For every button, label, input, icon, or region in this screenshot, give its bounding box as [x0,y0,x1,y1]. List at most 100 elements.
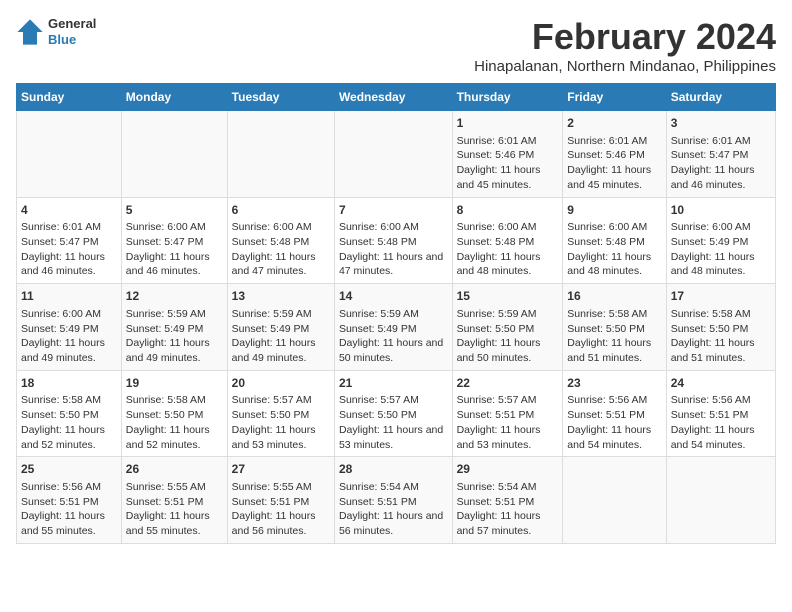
calendar-cell: 21Sunrise: 5:57 AMSunset: 5:50 PMDayligh… [334,370,452,457]
calendar-cell: 19Sunrise: 5:58 AMSunset: 5:50 PMDayligh… [121,370,227,457]
header-saturday: Saturday [666,84,775,111]
day-number: 20 [232,375,330,392]
day-info: Sunrise: 5:57 AMSunset: 5:50 PMDaylight:… [339,393,448,452]
week-row-4: 18Sunrise: 5:58 AMSunset: 5:50 PMDayligh… [17,370,776,457]
calendar-cell: 11 Sunrise: 6:00 AMSunset: 5:49 PMDayligh… [17,284,122,371]
day-number: 19 [126,375,223,392]
calendar-cell: 3Sunrise: 6:01 AMSunset: 5:47 PMDaylight… [666,111,775,198]
day-number: 9 [567,202,661,219]
calendar-cell: 6Sunrise: 6:00 AMSunset: 5:48 PMDaylight… [227,197,334,284]
calendar-cell: 27Sunrise: 5:55 AMSunset: 5:51 PMDayligh… [227,457,334,544]
calendar-cell: 18Sunrise: 5:58 AMSunset: 5:50 PMDayligh… [17,370,122,457]
header-tuesday: Tuesday [227,84,334,111]
calendar-cell: 2 Sunrise: 6:01 AMSunset: 5:46 PMDaylight… [563,111,666,198]
day-number: 11 [21,288,117,305]
day-number: 7 [339,202,448,219]
calendar-cell: 29 Sunrise: 5:54 AMSunset: 5:51 PMDayligh… [452,457,563,544]
calendar-cell: 12 Sunrise: 5:59 AMSunset: 5:49 PMDayligh… [121,284,227,371]
calendar-cell: 1 Sunrise: 6:01 AMSunset: 5:46 PMDaylight… [452,111,563,198]
day-info: Sunrise: 5:57 AMSunset: 5:51 PMDaylight:… [457,393,559,452]
day-number: 6 [232,202,330,219]
day-number: 16 [567,288,661,305]
day-number: 24 [671,375,771,392]
day-info: Sunrise: 5:59 AMSunset: 5:49 PMDaylight:… [232,307,330,366]
calendar-cell: 13 Sunrise: 5:59 AMSunset: 5:49 PMDayligh… [227,284,334,371]
day-info: Sunrise: 5:58 AMSunset: 5:50 PMDaylight:… [567,307,661,366]
subtitle: Hinapalanan, Northern Mindanao, Philippi… [474,58,776,75]
calendar-cell [17,111,122,198]
calendar-cell [121,111,227,198]
header-sunday: Sunday [17,84,122,111]
calendar-cell: 9Sunrise: 6:00 AMSunset: 5:48 PMDaylight… [563,197,666,284]
day-info: Sunrise: 6:01 AMSunset: 5:46 PMDaylight:… [457,134,559,193]
day-number: 28 [339,461,448,478]
page-header: General Blue February 2024 Hinapalanan, … [16,16,776,75]
day-info: Sunrise: 5:59 AMSunset: 5:50 PMDaylight:… [457,307,559,366]
day-info: Sunrise: 6:01 AMSunset: 5:47 PMDaylight:… [671,134,771,193]
day-info: Sunrise: 6:00 AMSunset: 5:48 PMDaylight:… [339,220,448,279]
day-info: Sunrise: 5:58 AMSunset: 5:50 PMDaylight:… [126,393,223,452]
calendar-cell: 16 Sunrise: 5:58 AMSunset: 5:50 PMDayligh… [563,284,666,371]
day-info: Sunrise: 5:59 AMSunset: 5:49 PMDaylight:… [339,307,448,366]
day-number: 8 [457,202,559,219]
day-number: 22 [457,375,559,392]
day-info: Sunrise: 5:57 AMSunset: 5:50 PMDaylight:… [232,393,330,452]
header-thursday: Thursday [452,84,563,111]
calendar-cell: 5Sunrise: 6:00 AMSunset: 5:47 PMDaylight… [121,197,227,284]
calendar-header-row: SundayMondayTuesdayWednesdayThursdayFrid… [17,84,776,111]
calendar-cell: 23Sunrise: 5:56 AMSunset: 5:51 PMDayligh… [563,370,666,457]
day-number: 5 [126,202,223,219]
day-info: Sunrise: 6:01 AMSunset: 5:47 PMDaylight:… [21,220,117,279]
calendar-cell: 8Sunrise: 6:00 AMSunset: 5:48 PMDaylight… [452,197,563,284]
calendar-cell: 4Sunrise: 6:01 AMSunset: 5:47 PMDaylight… [17,197,122,284]
day-number: 14 [339,288,448,305]
day-number: 21 [339,375,448,392]
day-number: 1 [457,115,559,132]
day-number: 18 [21,375,117,392]
calendar-cell: 14 Sunrise: 5:59 AMSunset: 5:49 PMDayligh… [334,284,452,371]
calendar-cell: 22Sunrise: 5:57 AMSunset: 5:51 PMDayligh… [452,370,563,457]
day-info: Sunrise: 5:58 AMSunset: 5:50 PMDaylight:… [21,393,117,452]
week-row-3: 11 Sunrise: 6:00 AMSunset: 5:49 PMDayligh… [17,284,776,371]
day-info: Sunrise: 6:00 AMSunset: 5:48 PMDaylight:… [232,220,330,279]
day-number: 29 [457,461,559,478]
calendar-cell: 25 Sunrise: 5:56 AMSunset: 5:51 PMDayligh… [17,457,122,544]
calendar-cell [563,457,666,544]
calendar-cell: 7Sunrise: 6:00 AMSunset: 5:48 PMDaylight… [334,197,452,284]
day-info: Sunrise: 5:56 AMSunset: 5:51 PMDaylight:… [671,393,771,452]
day-number: 13 [232,288,330,305]
calendar-cell: 17 Sunrise: 5:58 AMSunset: 5:50 PMDayligh… [666,284,775,371]
day-info: Sunrise: 6:00 AMSunset: 5:48 PMDaylight:… [567,220,661,279]
day-number: 12 [126,288,223,305]
header-friday: Friday [563,84,666,111]
day-info: Sunrise: 5:55 AMSunset: 5:51 PMDaylight:… [126,480,223,539]
day-info: Sunrise: 5:56 AMSunset: 5:51 PMDaylight:… [21,480,117,539]
day-info: Sunrise: 5:56 AMSunset: 5:51 PMDaylight:… [567,393,661,452]
day-number: 15 [457,288,559,305]
week-row-1: 1 Sunrise: 6:01 AMSunset: 5:46 PMDaylight… [17,111,776,198]
header-monday: Monday [121,84,227,111]
day-number: 4 [21,202,117,219]
day-number: 17 [671,288,771,305]
week-row-2: 4Sunrise: 6:01 AMSunset: 5:47 PMDaylight… [17,197,776,284]
day-info: Sunrise: 6:01 AMSunset: 5:46 PMDaylight:… [567,134,661,193]
calendar-cell: 15 Sunrise: 5:59 AMSunset: 5:50 PMDayligh… [452,284,563,371]
logo-text: General Blue [48,16,96,47]
day-number: 10 [671,202,771,219]
day-info: Sunrise: 5:59 AMSunset: 5:49 PMDaylight:… [126,307,223,366]
day-number: 2 [567,115,661,132]
calendar-cell: 20Sunrise: 5:57 AMSunset: 5:50 PMDayligh… [227,370,334,457]
day-number: 27 [232,461,330,478]
day-info: Sunrise: 5:54 AMSunset: 5:51 PMDaylight:… [457,480,559,539]
day-info: Sunrise: 5:58 AMSunset: 5:50 PMDaylight:… [671,307,771,366]
day-number: 25 [21,461,117,478]
day-number: 23 [567,375,661,392]
header-wednesday: Wednesday [334,84,452,111]
calendar-cell: 28Sunrise: 5:54 AMSunset: 5:51 PMDayligh… [334,457,452,544]
title-section: February 2024 Hinapalanan, Northern Mind… [474,16,776,75]
day-info: Sunrise: 6:00 AMSunset: 5:47 PMDaylight:… [126,220,223,279]
main-title: February 2024 [474,16,776,58]
calendar-cell [666,457,775,544]
calendar-cell: 10Sunrise: 6:00 AMSunset: 5:49 PMDayligh… [666,197,775,284]
day-info: Sunrise: 6:00 AMSunset: 5:49 PMDaylight:… [21,307,117,366]
